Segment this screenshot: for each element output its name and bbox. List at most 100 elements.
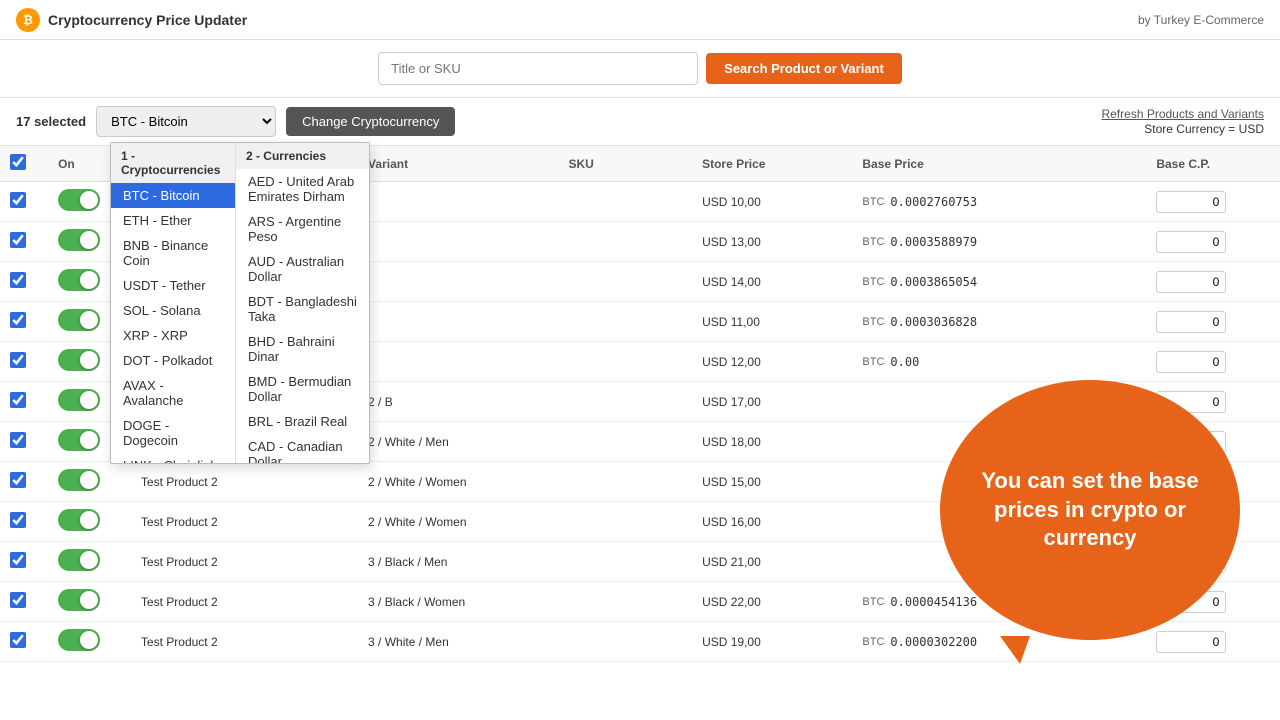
- dropdown-currency-item[interactable]: BMD - Bermudian Dollar: [236, 369, 369, 409]
- row-toggle[interactable]: [58, 189, 100, 211]
- row-variant: 2 / B: [358, 382, 558, 422]
- row-base-cp-input[interactable]: [1156, 231, 1226, 253]
- row-checkbox-cell[interactable]: [0, 582, 48, 622]
- row-toggle[interactable]: [58, 309, 100, 331]
- crypto-select[interactable]: BTC - BitcoinETH - EtherBNB - Binance Co…: [96, 106, 276, 137]
- row-checkbox[interactable]: [10, 552, 26, 568]
- row-base-cp-input[interactable]: [1156, 191, 1226, 213]
- row-base-cp-cell[interactable]: [1146, 182, 1280, 222]
- th-store-price: Store Price: [692, 146, 852, 182]
- dropdown-crypto-item[interactable]: SOL - Solana: [111, 298, 235, 323]
- dropdown-crypto-item[interactable]: DOGE - Dogecoin: [111, 413, 235, 453]
- row-base-cp-cell[interactable]: [1146, 302, 1280, 342]
- tooltip-bubble: You can set the base prices in crypto or…: [940, 380, 1240, 640]
- dropdown-currency-item[interactable]: BDT - Bangladeshi Taka: [236, 289, 369, 329]
- tooltip-text: You can set the base prices in crypto or…: [970, 467, 1210, 553]
- row-checkbox[interactable]: [10, 632, 26, 648]
- row-checkbox[interactable]: [10, 592, 26, 608]
- row-toggle[interactable]: [58, 509, 100, 531]
- row-store-price: USD 22,00: [692, 582, 852, 622]
- dropdown-crypto-item[interactable]: BTC - Bitcoin: [111, 183, 235, 208]
- row-checkbox[interactable]: [10, 512, 26, 528]
- select-all-checkbox[interactable]: [10, 154, 26, 170]
- row-checkbox-cell[interactable]: [0, 422, 48, 462]
- row-variant: [358, 182, 558, 222]
- row-base-crypto: BTC: [862, 276, 884, 288]
- search-button[interactable]: Search Product or Variant: [706, 53, 902, 84]
- row-variant: [358, 302, 558, 342]
- row-base-val: 0.0000454136: [890, 595, 977, 609]
- dropdown-crypto-item[interactable]: AVAX - Avalanche: [111, 373, 235, 413]
- row-sku: [558, 382, 692, 422]
- row-checkbox-cell[interactable]: [0, 222, 48, 262]
- row-toggle-cell[interactable]: [48, 502, 131, 542]
- row-toggle[interactable]: [58, 629, 100, 651]
- row-toggle[interactable]: [58, 469, 100, 491]
- row-checkbox-cell[interactable]: [0, 502, 48, 542]
- row-toggle[interactable]: [58, 389, 100, 411]
- dropdown-currency-item[interactable]: BRL - Brazil Real: [236, 409, 369, 434]
- row-checkbox[interactable]: [10, 232, 26, 248]
- row-base-cp-cell[interactable]: [1146, 622, 1280, 662]
- app-logo: ₿: [16, 8, 40, 32]
- row-checkbox-cell[interactable]: [0, 542, 48, 582]
- dropdown-crypto-item[interactable]: XRP - XRP: [111, 323, 235, 348]
- dropdown-crypto-item[interactable]: DOT - Polkadot: [111, 348, 235, 373]
- row-sku: [558, 262, 692, 302]
- row-checkbox-cell[interactable]: [0, 382, 48, 422]
- row-checkbox[interactable]: [10, 312, 26, 328]
- row-base-cp-input[interactable]: [1156, 631, 1226, 653]
- row-toggle[interactable]: [58, 349, 100, 371]
- row-base-val: 0.0000302200: [890, 635, 977, 649]
- dropdown-currency-item[interactable]: ARS - Argentine Peso: [236, 209, 369, 249]
- row-toggle[interactable]: [58, 229, 100, 251]
- row-checkbox[interactable]: [10, 392, 26, 408]
- dropdown-currency-item[interactable]: AED - United Arab Emirates Dirham: [236, 169, 369, 209]
- row-checkbox[interactable]: [10, 432, 26, 448]
- row-base-cp-cell[interactable]: [1146, 262, 1280, 302]
- row-checkbox-cell[interactable]: [0, 302, 48, 342]
- dropdown-crypto-item[interactable]: ETH - Ether: [111, 208, 235, 233]
- search-input[interactable]: [378, 52, 698, 85]
- dropdown-currency-item[interactable]: BHD - Bahraini Dinar: [236, 329, 369, 369]
- dropdown-currency-item[interactable]: AUD - Australian Dollar: [236, 249, 369, 289]
- row-checkbox[interactable]: [10, 352, 26, 368]
- row-checkbox[interactable]: [10, 272, 26, 288]
- row-checkbox-cell[interactable]: [0, 182, 48, 222]
- row-toggle[interactable]: [58, 549, 100, 571]
- dropdown-crypto-item[interactable]: USDT - Tether: [111, 273, 235, 298]
- row-toggle-cell[interactable]: [48, 582, 131, 622]
- row-base-cp-input[interactable]: [1156, 271, 1226, 293]
- toolbar: 17 selected BTC - BitcoinETH - EtherBNB …: [0, 98, 1280, 146]
- row-checkbox-cell[interactable]: [0, 262, 48, 302]
- row-toggle[interactable]: [58, 269, 100, 291]
- row-sku: [558, 622, 692, 662]
- row-toggle[interactable]: [58, 429, 100, 451]
- row-checkbox[interactable]: [10, 472, 26, 488]
- row-base-val: 0.00: [890, 355, 919, 369]
- dropdown-currency-item[interactable]: CAD - Canadian Dollar: [236, 434, 369, 463]
- dropdown-crypto-item[interactable]: BNB - Binance Coin: [111, 233, 235, 273]
- row-base-cp-input[interactable]: [1156, 351, 1226, 373]
- search-bar: Search Product or Variant: [0, 40, 1280, 98]
- row-toggle-cell[interactable]: [48, 462, 131, 502]
- row-toggle-cell[interactable]: [48, 542, 131, 582]
- row-sku: [558, 222, 692, 262]
- refresh-link[interactable]: Refresh Products and Variants: [1101, 107, 1264, 121]
- row-checkbox[interactable]: [10, 192, 26, 208]
- row-checkbox-cell[interactable]: [0, 622, 48, 662]
- row-toggle[interactable]: [58, 589, 100, 611]
- row-base-val: 0.0003036828: [890, 315, 977, 329]
- row-variant: [358, 222, 558, 262]
- dropdown-right: 2 - CurrenciesAED - United Arab Emirates…: [235, 143, 369, 463]
- row-checkbox-cell[interactable]: [0, 342, 48, 382]
- row-store-price: USD 14,00: [692, 262, 852, 302]
- change-cryptocurrency-button[interactable]: Change Cryptocurrency: [286, 107, 455, 136]
- row-base-cp-input[interactable]: [1156, 311, 1226, 333]
- row-toggle-cell[interactable]: [48, 622, 131, 662]
- dropdown-crypto-item[interactable]: LINK - Chainlink: [111, 453, 235, 463]
- row-checkbox-cell[interactable]: [0, 462, 48, 502]
- dropdown-left: 1 - Cryptocurrencies BTC - BitcoinETH - …: [111, 143, 235, 463]
- row-base-cp-cell[interactable]: [1146, 342, 1280, 382]
- row-base-cp-cell[interactable]: [1146, 222, 1280, 262]
